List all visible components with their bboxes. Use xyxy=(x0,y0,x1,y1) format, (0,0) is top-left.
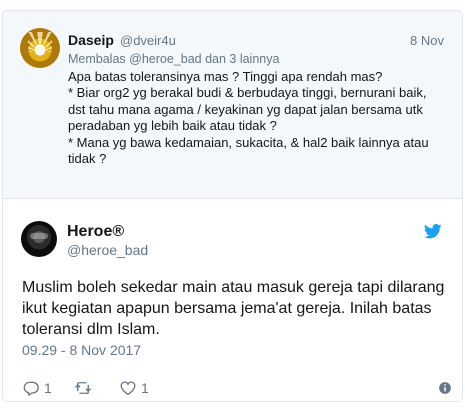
parent-tweet-date[interactable]: 8 Nov xyxy=(410,33,444,48)
info-button[interactable] xyxy=(438,377,452,399)
replying-to-label[interactable]: Membalas @heroe_bad dan 3 lainnya xyxy=(68,52,279,66)
reply-button[interactable]: 1 xyxy=(22,377,52,399)
author-avatar[interactable] xyxy=(21,221,57,257)
parent-author-avatar[interactable] xyxy=(20,28,60,68)
parent-tweet-text: Apa batas toleransinya mas ? Tinggi apa … xyxy=(68,69,429,167)
parent-author-handle[interactable]: @dveir4u xyxy=(120,33,176,48)
like-button[interactable]: 1 xyxy=(119,377,149,399)
heart-icon xyxy=(120,381,136,396)
tweet-timestamp[interactable]: 09.29 - 8 Nov 2017 xyxy=(22,342,141,358)
like-count: 1 xyxy=(141,380,149,396)
reply-count: 1 xyxy=(44,380,52,396)
info-icon xyxy=(439,382,451,394)
parent-tweet[interactable]: Daseip @dveir4u 8 Nov Membalas @heroe_ba… xyxy=(3,11,462,199)
tweet-actions: 1 1 xyxy=(22,377,452,399)
retweet-button[interactable] xyxy=(74,377,96,399)
embedded-tweet-card: Daseip @dveir4u 8 Nov Membalas @heroe_ba… xyxy=(2,10,463,402)
retweet-icon xyxy=(75,382,91,394)
author-handle[interactable]: @heroe_bad xyxy=(67,242,148,258)
author-name[interactable]: Heroe® xyxy=(67,223,124,241)
parent-author-name[interactable]: Daseip xyxy=(68,32,114,48)
twitter-bird-icon[interactable] xyxy=(424,224,442,239)
reply-icon xyxy=(23,381,39,396)
tweet-text: Muslim boleh sekedar main atau masuk ger… xyxy=(22,279,445,338)
